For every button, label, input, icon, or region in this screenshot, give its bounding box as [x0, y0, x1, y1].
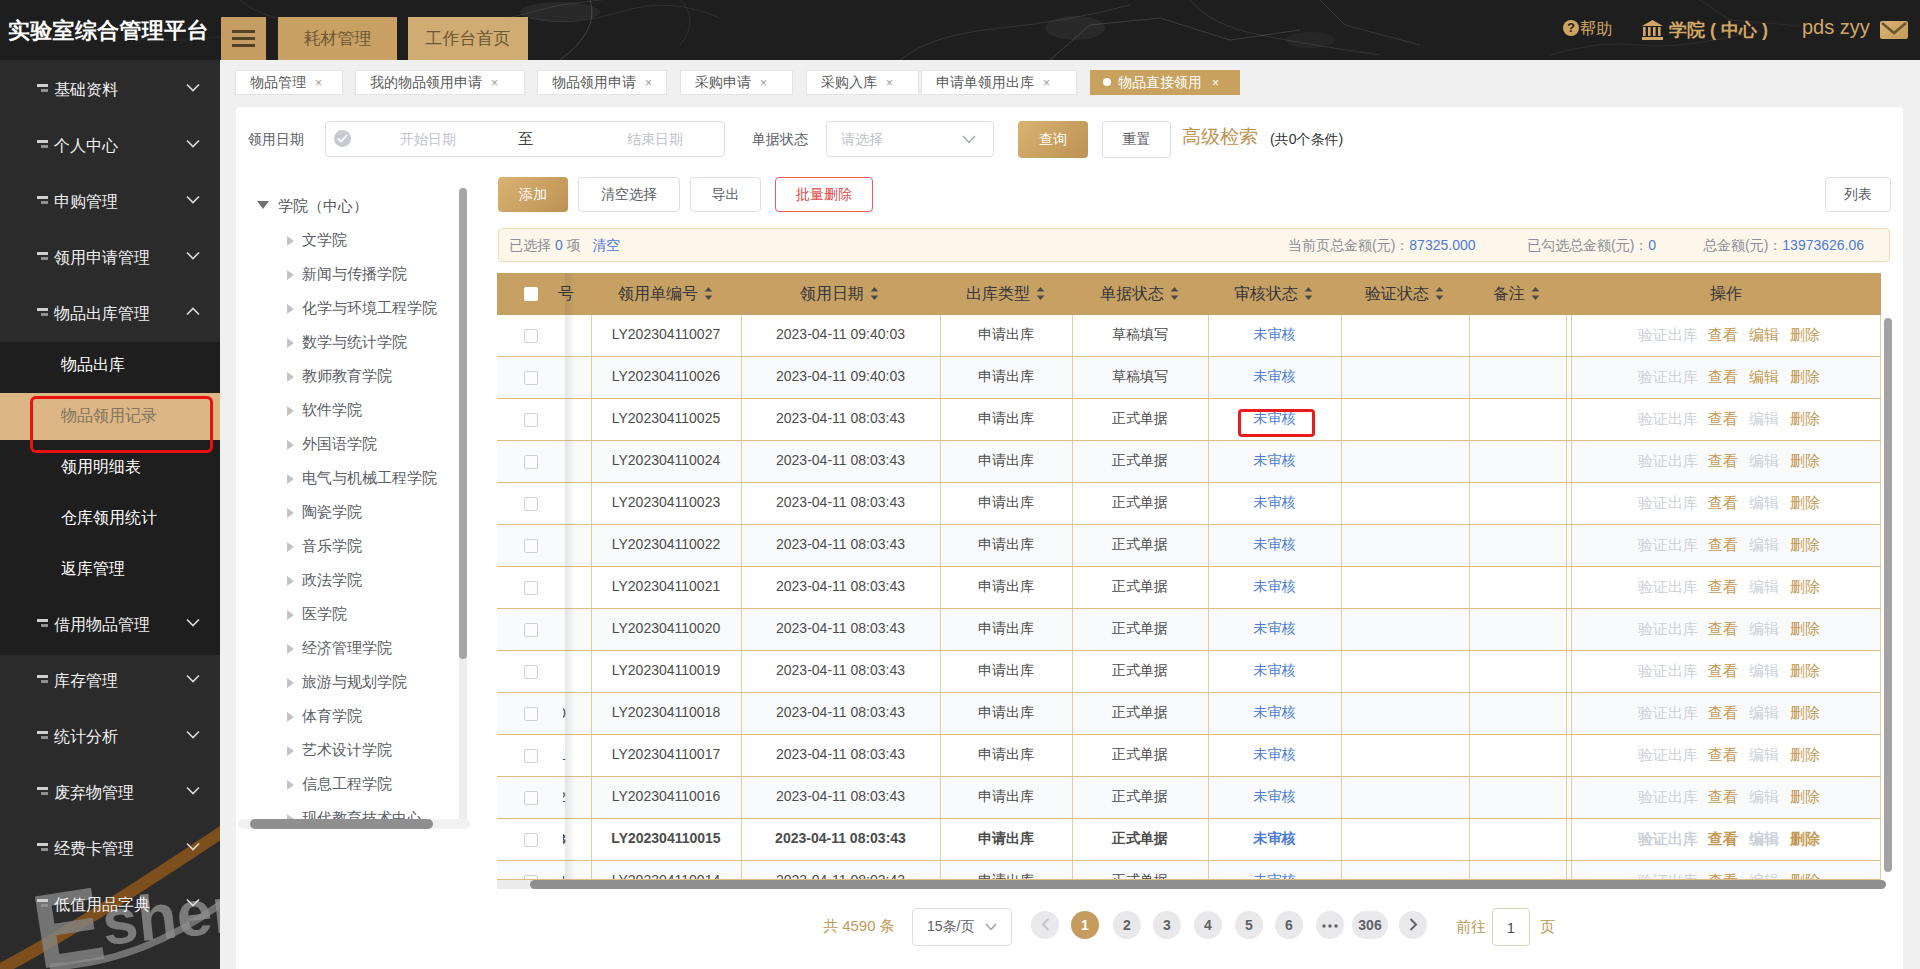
svg-text:E: E	[24, 864, 111, 969]
